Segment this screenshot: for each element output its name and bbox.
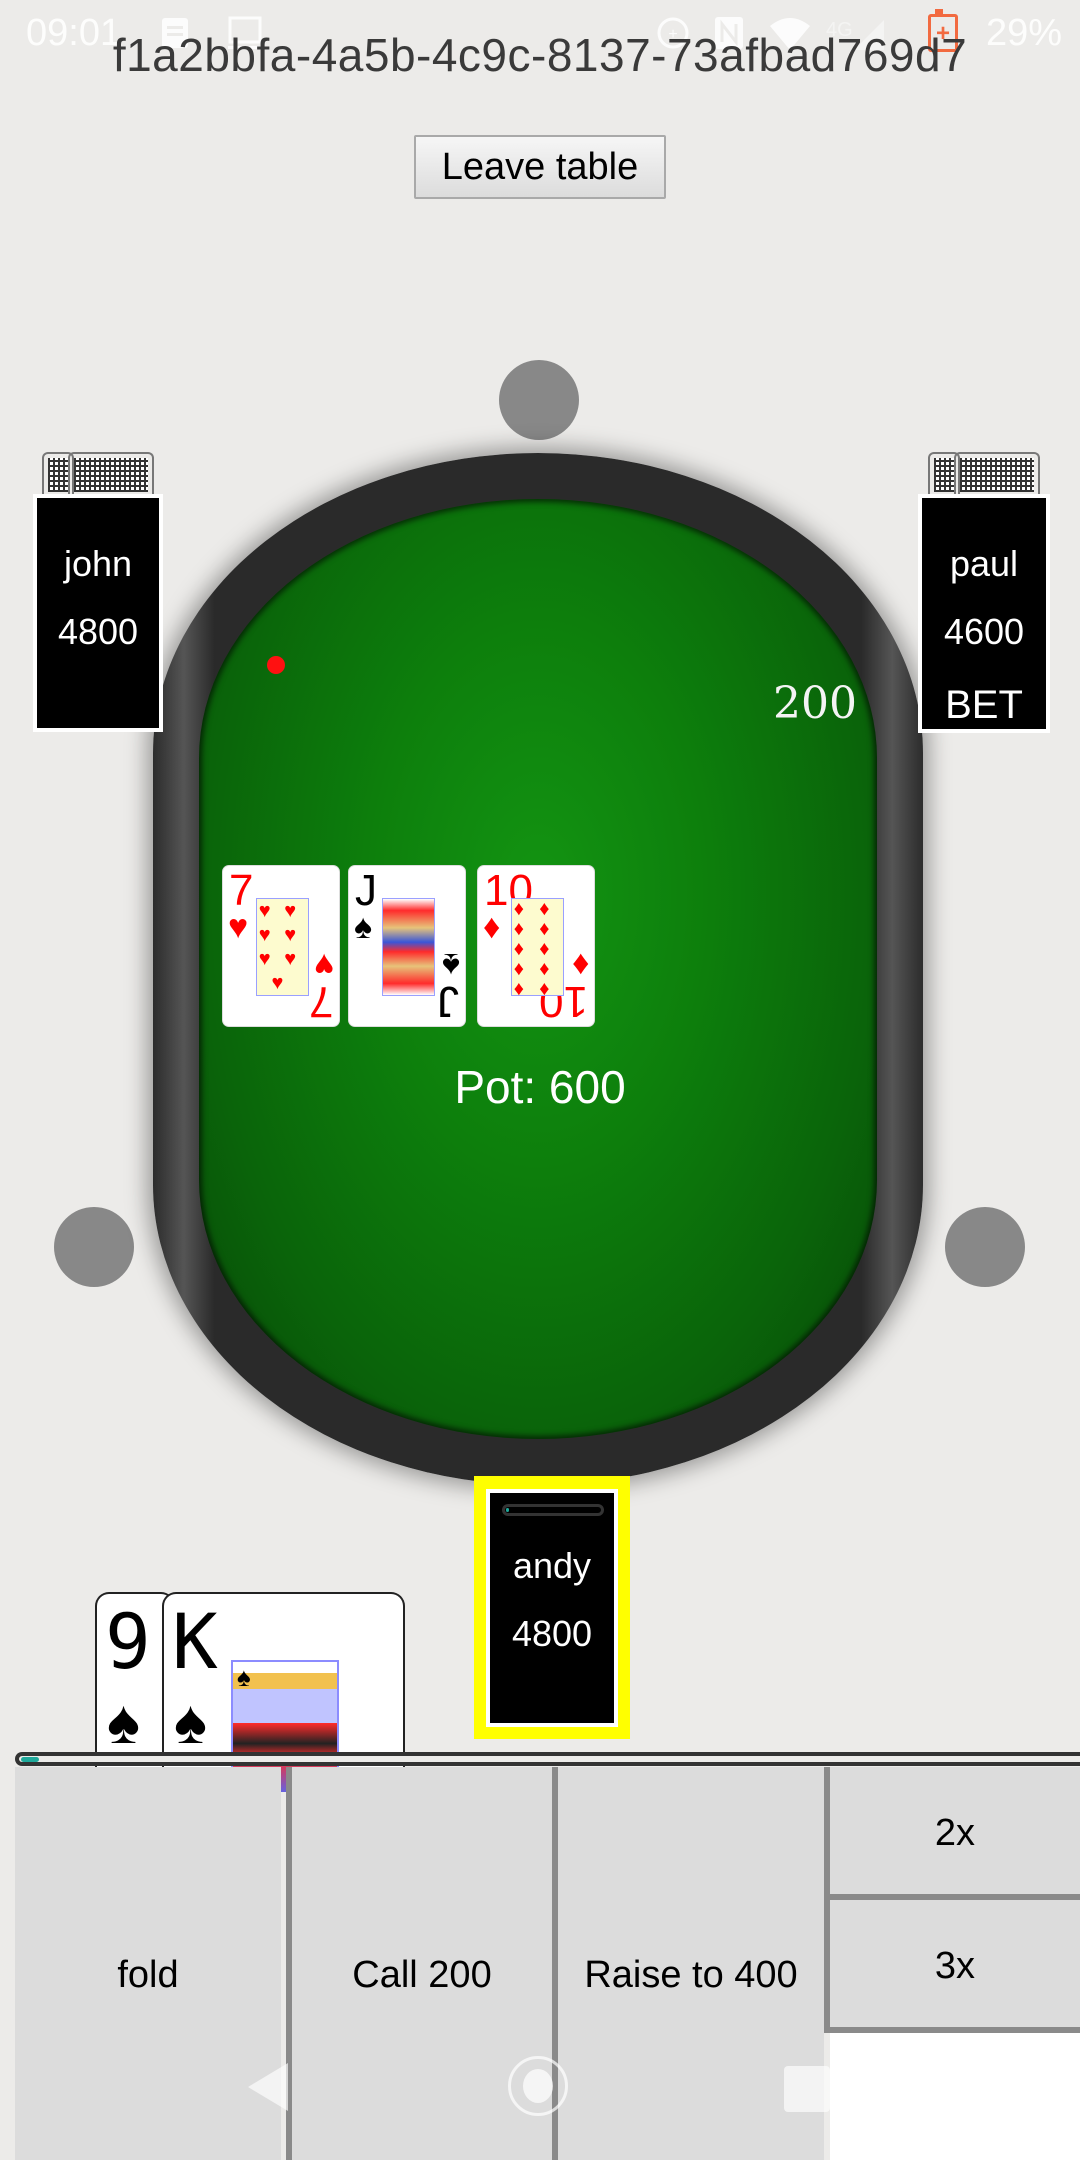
card-suit-icon: ♦ — [483, 908, 501, 946]
turn-timer-fill — [506, 1508, 509, 1512]
dealer-button-icon — [267, 656, 285, 674]
pip-icon: ♥ — [258, 924, 271, 946]
player-name: paul — [949, 543, 1019, 584]
pip-icon: ♥ — [284, 900, 297, 922]
card-suit-icon: ♦ — [571, 946, 589, 984]
player-seat-andy: andy 4800 — [486, 1489, 618, 1727]
player-stack: 4800 — [57, 611, 139, 652]
player-name: john — [63, 543, 133, 584]
fold-button[interactable]: fold — [15, 1767, 281, 2160]
player-seat-john: john 4800 — [33, 494, 163, 732]
spade-icon: ♠ — [174, 1688, 207, 1757]
fold-label: fold — [117, 1954, 179, 1996]
raise-label: Raise to 400 — [584, 1954, 798, 1996]
court-face-image — [382, 898, 435, 996]
raise-2x-label: 2x — [934, 1812, 976, 1854]
card-rank: 9 — [105, 1597, 151, 1686]
player-stack: 4600 — [943, 611, 1025, 652]
community-card-3: 10 ♦ 10 ♦ ♦ ♦ ♦ ♦ ♦ ♦ ♦ ♦ ♦ ♦ — [477, 865, 595, 1027]
card-pips: ♥ ♥ ♥ ♥ ♥ ♥ ♥ — [256, 898, 309, 996]
slider-fill — [21, 1757, 39, 1762]
community-card-1: 7 ♥ 7 ♥ ♥ ♥ ♥ ♥ ♥ ♥ ♥ — [222, 865, 340, 1027]
pip-icon: ♥ — [258, 948, 271, 970]
pip-icon: ♦ — [513, 978, 524, 1000]
pip-icon: ♦ — [513, 918, 524, 940]
pip-icon: ♦ — [513, 898, 524, 920]
community-card-2: J ♠ J ♠ — [348, 865, 466, 1027]
card-suit-icon: ♠ — [441, 946, 460, 984]
card-suit-icon: ♥ — [313, 946, 334, 984]
empty-seat-right[interactable] — [945, 1207, 1025, 1287]
pip-icon: ♦ — [539, 898, 550, 920]
empty-seat-left[interactable] — [54, 1207, 134, 1287]
spade-icon: ♠ — [107, 1688, 140, 1757]
player-stack: 4800 — [511, 1613, 593, 1654]
pip-icon: ♦ — [539, 978, 550, 1000]
leave-table-button[interactable]: Leave table — [414, 135, 666, 199]
recents-icon[interactable] — [784, 2066, 830, 2112]
raise-3x-label: 3x — [934, 1945, 976, 1987]
player-name: andy — [512, 1545, 592, 1586]
pot-label: Pot: 600 — [454, 1061, 626, 1113]
card-rank: 7 — [308, 977, 333, 1026]
pip-icon: ♥ — [284, 924, 297, 946]
turn-timer-bar — [502, 1504, 604, 1516]
card-pips: ♦ ♦ ♦ ♦ ♦ ♦ ♦ ♦ ♦ ♦ — [511, 898, 564, 1000]
bet-amount-slider[interactable] — [15, 1752, 1080, 1766]
pip-icon: ♦ — [513, 938, 524, 960]
spade-icon: ♠ — [237, 1662, 251, 1692]
card-back-icon — [954, 452, 1040, 496]
home-icon[interactable] — [508, 2056, 568, 2116]
pip-icon: ♦ — [539, 958, 550, 980]
pip-icon: ♥ — [271, 972, 284, 994]
call-label: Call 200 — [352, 1954, 492, 1996]
raise-2x-button[interactable]: 2x — [824, 1767, 1080, 1900]
pip-icon: ♦ — [539, 938, 550, 960]
empty-panel — [830, 2033, 1080, 2160]
card-suit-icon: ♥ — [228, 908, 249, 946]
raise-3x-button[interactable]: 3x — [824, 1900, 1080, 2033]
pip-icon: ♦ — [513, 958, 524, 980]
player-seat-paul: paul 4600 BET — [918, 494, 1050, 733]
back-icon[interactable] — [248, 2063, 288, 2111]
card-rank: K — [172, 1597, 218, 1686]
active-player-highlight: andy 4800 — [474, 1476, 630, 1739]
card-suit-icon: ♠ — [354, 908, 373, 946]
card-back-icon — [68, 452, 154, 496]
pip-icon: ♥ — [258, 900, 271, 922]
pip-icon: ♦ — [539, 918, 550, 940]
empty-seat-top[interactable] — [499, 360, 579, 440]
bet-amount-paul: 200 — [773, 678, 857, 729]
player-action: BET — [945, 683, 1023, 727]
pip-icon: ♥ — [284, 948, 297, 970]
table-id: f1a2bbfa-4a5b-4c9c-8137-73afbad769d7 — [112, 29, 968, 81]
card-rank: J — [437, 977, 459, 1026]
